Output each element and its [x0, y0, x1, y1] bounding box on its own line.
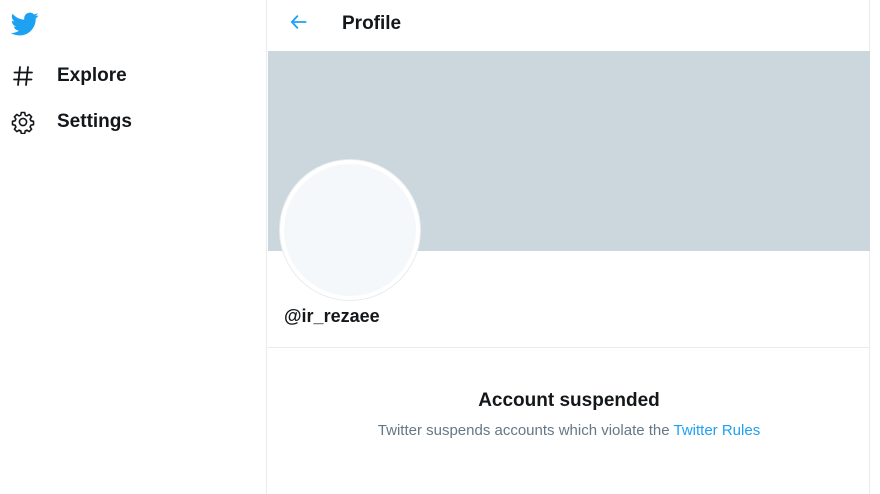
- back-button[interactable]: [286, 11, 312, 37]
- right-gutter: [870, 0, 880, 494]
- twitter-bird-icon[interactable]: [10, 10, 40, 38]
- profile-column: Profile @ir_rezaee Account suspended Twi…: [268, 0, 870, 494]
- page-title: Profile: [342, 13, 402, 34]
- sidebar: Explore Settings: [0, 0, 267, 494]
- sidebar-item-explore[interactable]: Explore: [10, 60, 127, 92]
- sidebar-item-label: Settings: [57, 111, 132, 132]
- sidebar-item-label: Explore: [57, 65, 127, 86]
- arrow-left-icon: [289, 12, 309, 37]
- avatar[interactable]: [280, 160, 420, 300]
- sidebar-item-settings[interactable]: Settings: [10, 106, 132, 138]
- app-window: Explore Settings Profile @ir_rezaee Acco…: [0, 0, 880, 494]
- profile-handle: @ir_rezaee: [284, 306, 380, 326]
- gear-icon: [10, 109, 36, 135]
- notice-title: Account suspended: [478, 390, 660, 411]
- suspension-notice: Account suspended Twitter suspends accou…: [268, 390, 870, 439]
- profile-header: Profile: [268, 0, 870, 50]
- hashtag-icon: [10, 63, 36, 89]
- twitter-rules-link[interactable]: Twitter Rules: [674, 422, 761, 439]
- divider: [268, 347, 870, 348]
- notice-message: Twitter suspends accounts which violate …: [377, 422, 674, 439]
- notice-message-line: Twitter suspends accounts which violate …: [268, 422, 870, 439]
